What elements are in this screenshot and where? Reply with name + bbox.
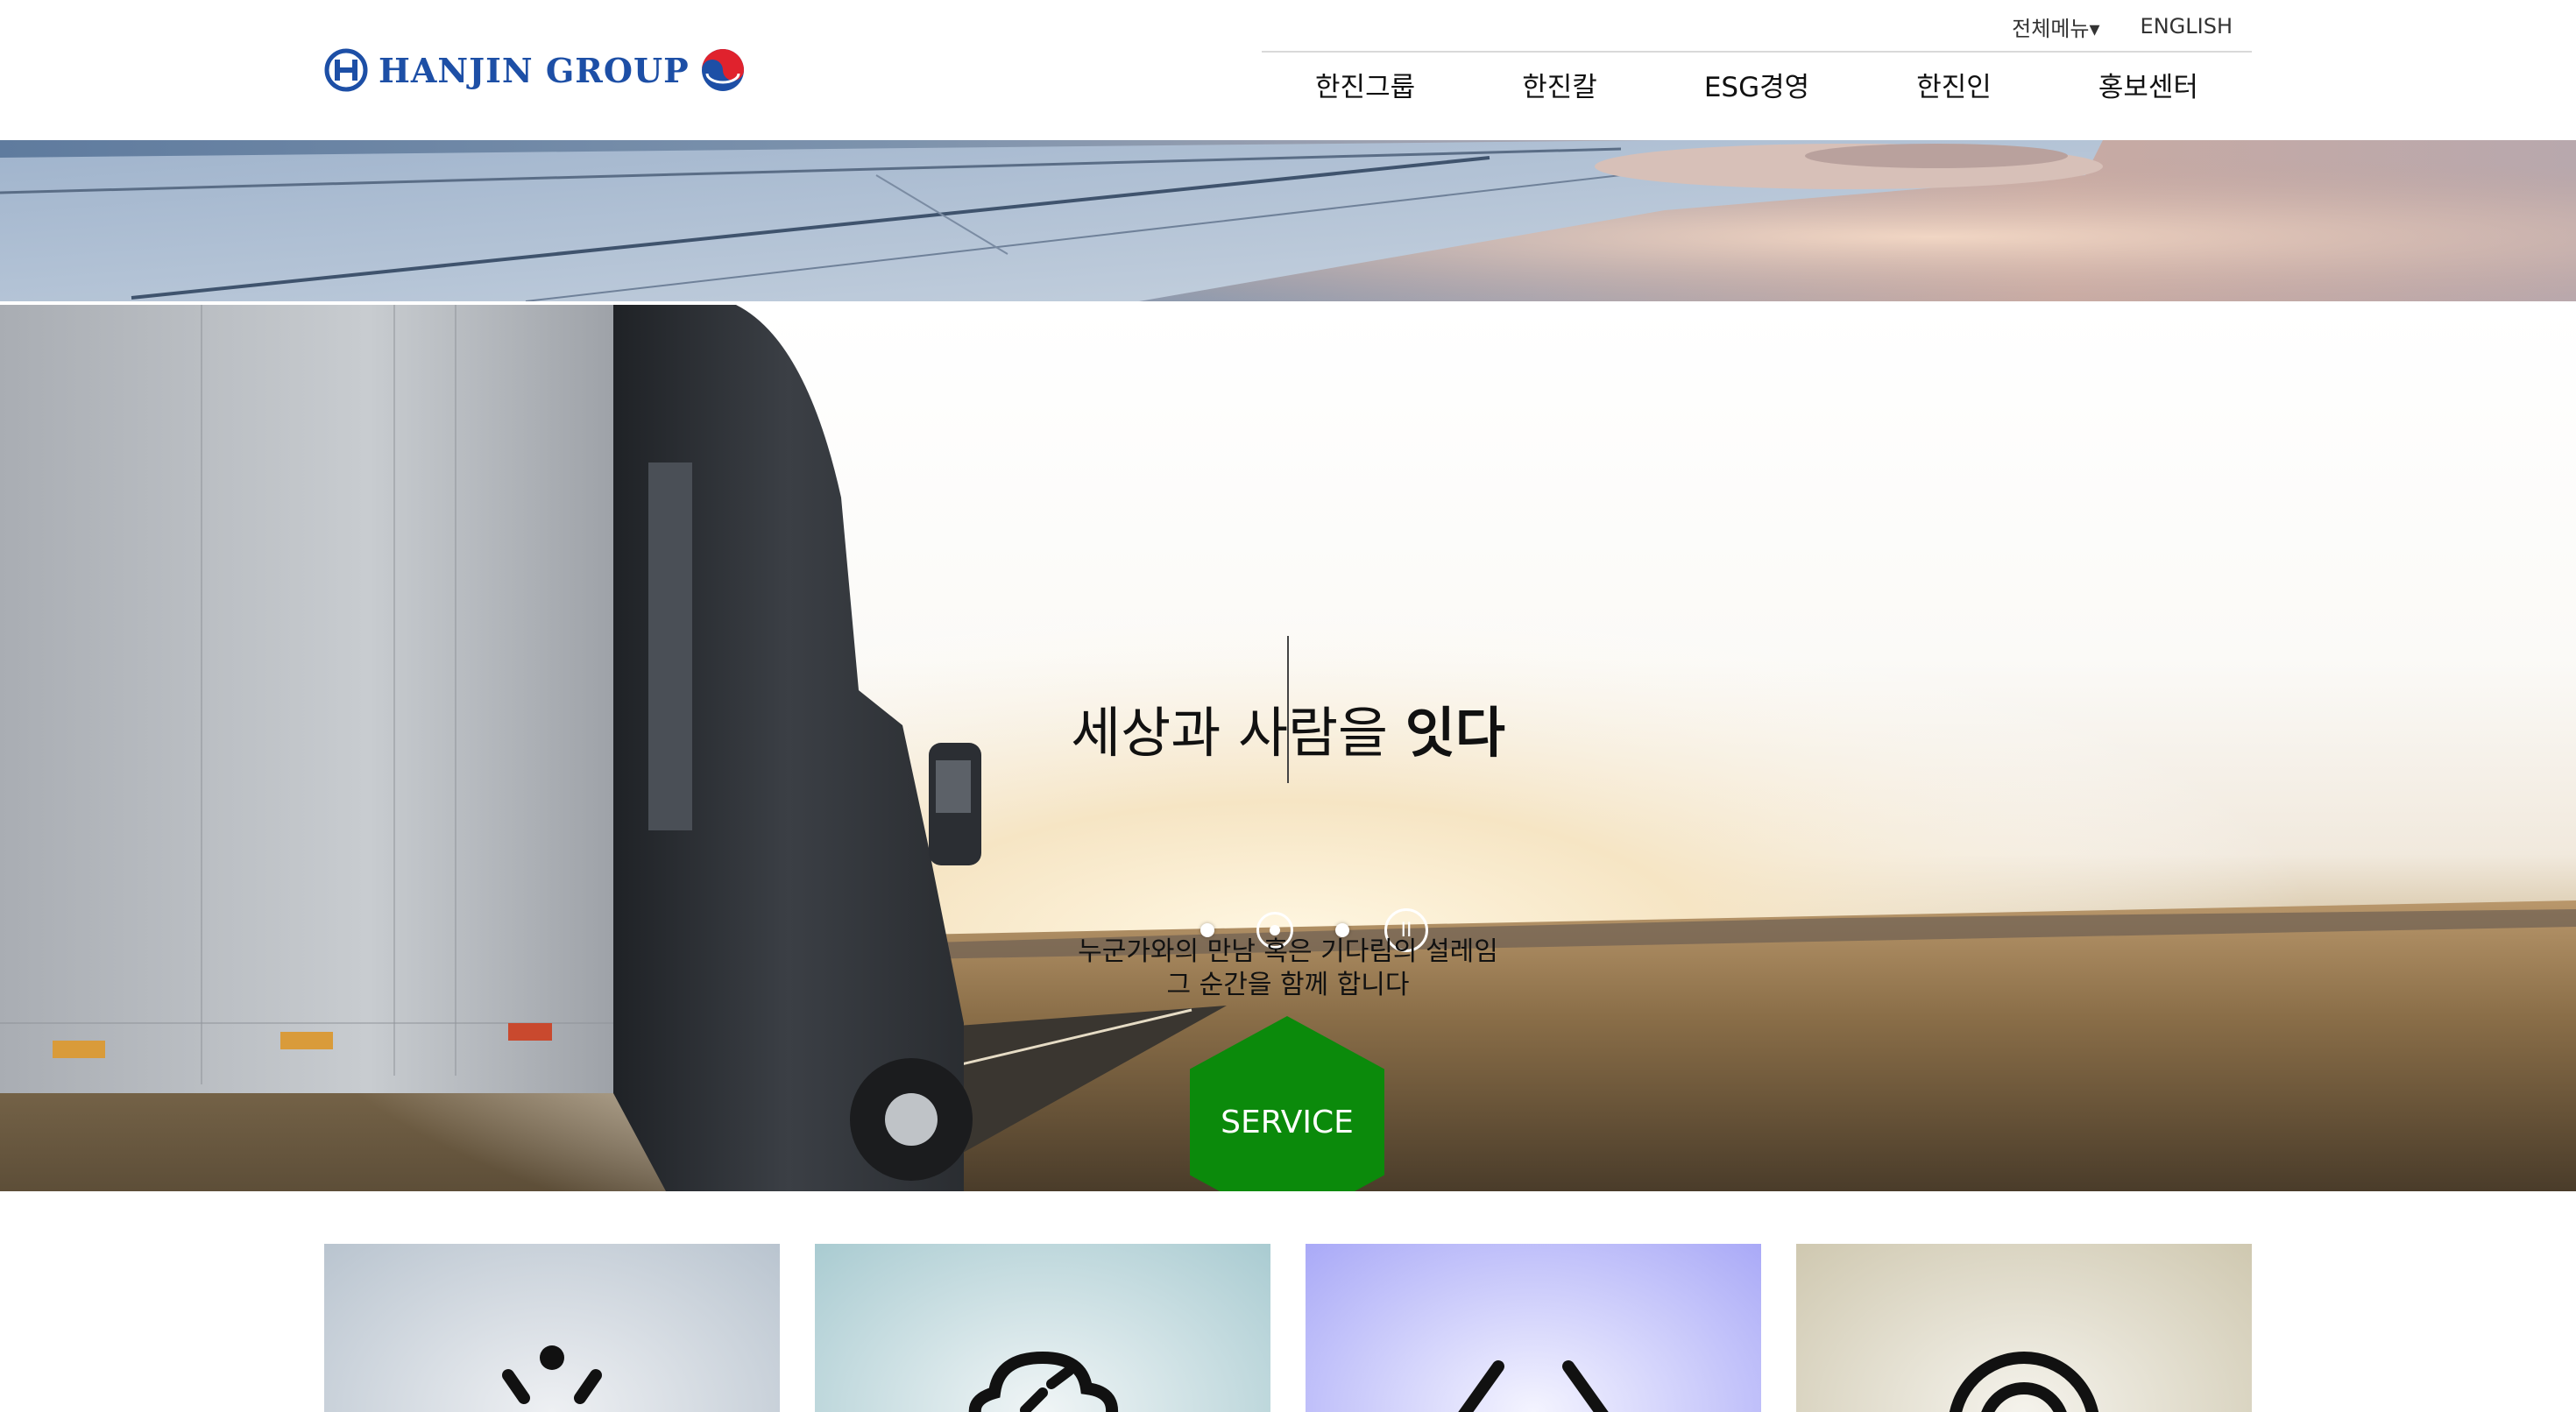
target-icon: [1949, 1352, 2099, 1412]
sun-icon: [502, 1345, 602, 1404]
hero-slider: 세상과 사람을 잇다 II 누군가와의 만남 혹은 기다림의 설레임 그 순간을…: [0, 140, 2576, 1191]
subcopy-line-2: 그 순간을 함께 합니다: [1166, 970, 1410, 1000]
code-brackets-icon: [1458, 1360, 1609, 1412]
nav-item-hanjin-kal[interactable]: 한진칼: [1504, 65, 1615, 104]
card-cloud[interactable]: [815, 1244, 1270, 1412]
cloud-check-icon: [968, 1351, 1118, 1412]
english-link[interactable]: ENGLISH: [2141, 14, 2233, 39]
card-sun[interactable]: [324, 1244, 780, 1412]
nav-item-esg[interactable]: ESG경영: [1687, 65, 1827, 104]
nav-item-hanjin-group[interactable]: 한진그룹: [1298, 65, 1433, 104]
card-code[interactable]: [1306, 1244, 1761, 1412]
site-header: HANJIN GROUP 전체메뉴▾ ENGLISH 한진그룹 한진칼 ESG경…: [0, 0, 2576, 140]
airplane-wing-image: [0, 140, 2576, 301]
main-navigation: 한진그룹 한진칼 ESG경영 한진인 홍보센터: [1262, 58, 2252, 110]
nav-item-pr-center[interactable]: 홍보센터: [2081, 65, 2216, 104]
nav-item-hanjin-people[interactable]: 한진인: [1899, 65, 2009, 104]
hanjin-h-emblem-icon: [324, 48, 368, 92]
logo-wordmark: HANJIN GROUP: [379, 50, 690, 90]
hanjin-group-logo[interactable]: HANJIN GROUP: [324, 44, 746, 96]
subcopy-line-1: 누군가와의 만남 혹은 기다림의 설레임: [1078, 936, 1498, 967]
all-menu-link[interactable]: 전체메뉴▾: [2012, 11, 2099, 42]
nav-divider: [1262, 51, 2252, 53]
korean-air-taegeuk-icon: [701, 49, 744, 91]
slogan-emphasis: 잇다: [1405, 701, 1505, 765]
slogan-connector-line: [1287, 636, 1289, 783]
utility-menu: 전체메뉴▾ ENGLISH: [1971, 9, 2233, 44]
category-cards: [324, 1244, 2252, 1412]
hero-subcopy: 누군가와의 만남 혹은 기다림의 설레임 그 순간을 함께 합니다: [981, 935, 1595, 1002]
card-target[interactable]: [1796, 1244, 2252, 1412]
service-label: SERVICE: [1221, 1104, 1354, 1140]
slogan-text: 세상과 사람을: [1071, 701, 1405, 765]
